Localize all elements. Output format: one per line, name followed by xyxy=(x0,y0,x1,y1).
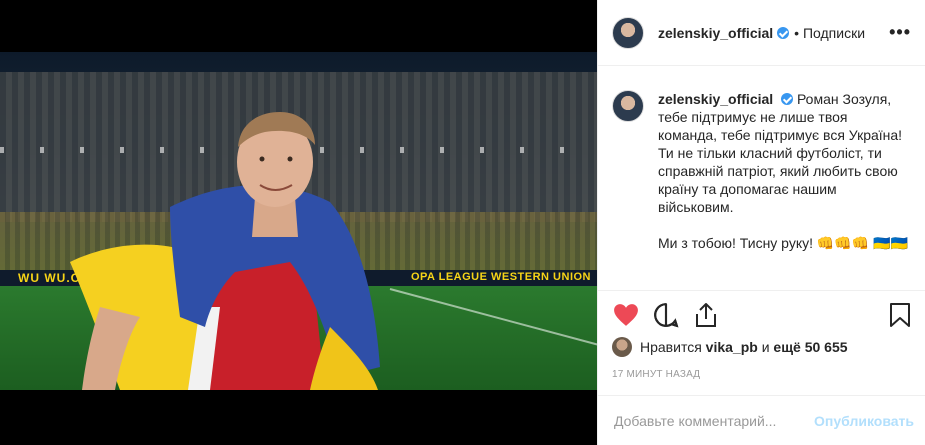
heart-icon[interactable] xyxy=(612,301,640,329)
liker-username[interactable]: vika_pb xyxy=(706,339,758,355)
bookmark-icon[interactable] xyxy=(886,301,914,329)
likes-count[interactable]: ещё 50 655 xyxy=(773,339,847,355)
comment-icon[interactable] xyxy=(652,301,680,329)
caption-gap xyxy=(658,216,908,234)
author-avatar[interactable] xyxy=(612,16,644,49)
more-options-icon[interactable]: ••• xyxy=(889,22,911,43)
caption-line-3: Ми з тобою! Тисну руку! 👊👊👊 🇺🇦🇺🇦 xyxy=(658,235,908,251)
player-with-flag xyxy=(70,112,380,390)
post-photo[interactable]: WU WU.COM OPA LEAGUE WESTERN UNION xyxy=(0,52,597,390)
comments-section: zelenskiy_official Роман Зозуля, тебе пі… xyxy=(598,66,925,290)
verified-badge-icon xyxy=(777,26,790,39)
ad-board-text-right: OPA LEAGUE WESTERN UNION xyxy=(410,271,591,283)
post-actions xyxy=(598,290,925,336)
publish-button[interactable]: Опубликовать xyxy=(814,413,914,429)
author-username[interactable]: zelenskiy_official xyxy=(658,25,773,41)
caption-author-avatar[interactable] xyxy=(612,90,644,122)
caption-verified-badge-icon xyxy=(781,93,794,105)
following-button[interactable]: • Подписки xyxy=(794,25,865,41)
comment-input[interactable] xyxy=(614,412,815,429)
likes-summary: Нравится vika_pb и ещё 50 655 xyxy=(612,337,848,357)
likes-prefix: Нравится xyxy=(640,339,702,355)
caption-line-2: Ти не тільки класний футболіст, ти справ… xyxy=(658,145,898,215)
post-caption: zelenskiy_official Роман Зозуля, тебе пі… xyxy=(612,90,910,252)
post-header: zelenskiy_official • Подписки ••• xyxy=(598,0,925,66)
liker-avatar[interactable] xyxy=(612,337,632,357)
add-comment-bar: Опубликовать xyxy=(598,395,925,445)
caption-username[interactable]: zelenskiy_official xyxy=(658,91,773,107)
share-icon[interactable] xyxy=(692,301,720,329)
post-sidebar: zelenskiy_official • Подписки ••• zelens… xyxy=(597,0,925,445)
caption-text: zelenskiy_official Роман Зозуля, тебе пі… xyxy=(658,90,908,252)
likes-middle: и xyxy=(761,339,770,355)
media-background xyxy=(0,390,597,445)
post-timestamp[interactable]: 17 МИНУТ НАЗАД xyxy=(612,369,700,380)
post-media: WU WU.COM OPA LEAGUE WESTERN UNION xyxy=(0,0,597,445)
